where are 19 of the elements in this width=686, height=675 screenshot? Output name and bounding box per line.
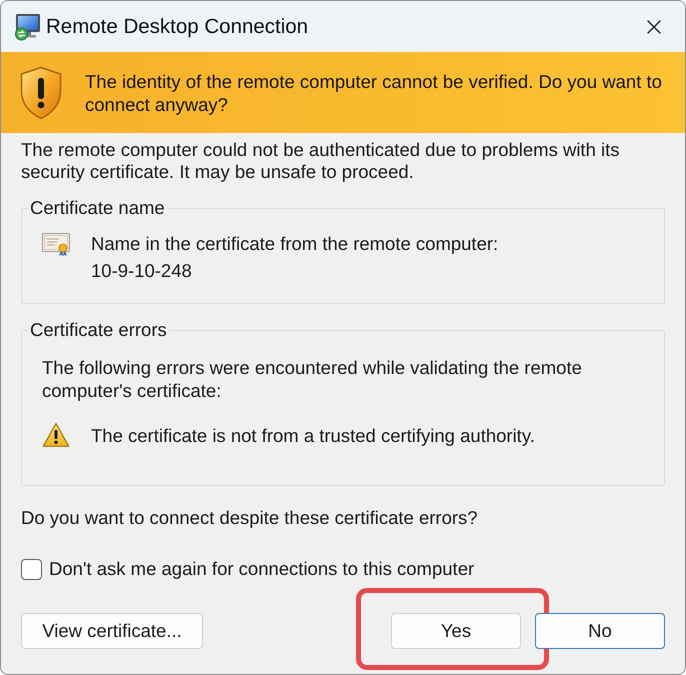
certificate-icon [42, 233, 70, 257]
window-title: Remote Desktop Connection [46, 14, 310, 38]
description-text: The remote computer could not be authenticated due to problems with its security certificate. It may be unsafe to proceed. [21, 139, 621, 183]
question-text: Do you want to connect despite these certificate errors? [21, 507, 479, 529]
certificate-name-value: 10-9-10-248 [91, 259, 193, 283]
monitor-icon [14, 12, 42, 40]
errors-intro-text: The following errors were encountered while validating the remote computer's certificate: [42, 356, 583, 402]
checkbox[interactable] [21, 558, 42, 580]
error-text: The certificate is not from a trusted certifying authority. [91, 424, 535, 446]
shield-warning-icon [19, 66, 63, 120]
group-title: Certificate name [29, 197, 166, 219]
group-title: Certificate errors [29, 319, 168, 341]
dialog-button[interactable]: Yes [391, 613, 521, 649]
dialog-button[interactable]: No [535, 613, 665, 649]
dialog-button[interactable]: View certificate... [21, 613, 203, 649]
certificate-name-label: Name in the certificate from the remote computer: [91, 232, 498, 256]
banner-message: The identity of the remote computer cannot be verified. Do you want to connect anyway? [85, 70, 663, 116]
warning-icon [42, 422, 70, 448]
checkbox-label[interactable]: Don't ask me again for connections to this computer [49, 558, 474, 580]
